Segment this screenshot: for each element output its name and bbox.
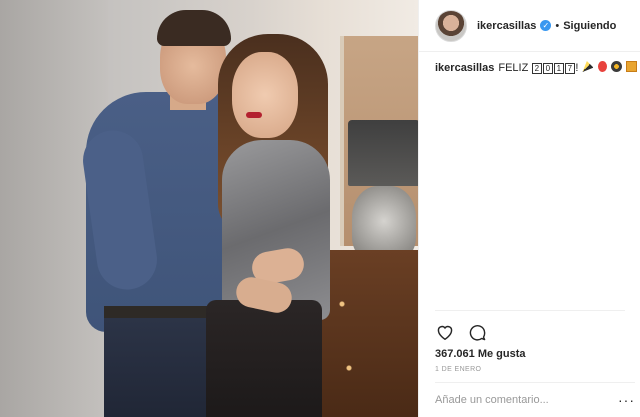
boxed-digit: 2 <box>531 63 542 74</box>
party-popper-icon <box>582 61 594 72</box>
man-hair <box>157 10 231 46</box>
woman-lips <box>246 112 262 118</box>
post-caption: ikercasillas FELIZ 2 0 1 7! <box>435 60 637 76</box>
header-username[interactable]: ikercasillas <box>477 20 536 32</box>
comment-bar: ··· <box>435 382 635 416</box>
post-header: ikercasillas ✓ • Siguiendo <box>419 0 640 52</box>
woman-face <box>232 52 298 138</box>
likes-count[interactable]: 367.061 Me gusta <box>435 348 526 360</box>
following-button[interactable]: Siguiendo <box>563 20 616 32</box>
post-dialog: ikercasillas ✓ • Siguiendo ikercasillas F… <box>0 0 640 417</box>
sparkler-icon <box>610 61 622 72</box>
separator-dot: • <box>555 19 560 32</box>
more-options-icon[interactable]: ··· <box>618 392 635 408</box>
post-date[interactable]: 1 DE ENERO <box>435 366 481 373</box>
balloon-icon <box>597 61 607 72</box>
comment-icon[interactable] <box>467 322 487 342</box>
woman-skirt <box>206 300 322 417</box>
caption-username[interactable]: ikercasillas <box>435 62 494 74</box>
divider <box>435 310 625 311</box>
boxed-digit: 0 <box>542 63 553 74</box>
heart-icon[interactable] <box>435 322 455 342</box>
caption-exclamation: ! <box>575 62 579 74</box>
post-photo[interactable] <box>0 0 418 417</box>
boxed-digit: 7 <box>564 63 575 74</box>
post-sidebar: ikercasillas ✓ • Siguiendo ikercasillas F… <box>418 0 640 417</box>
avatar[interactable] <box>435 9 467 42</box>
lamp-shade <box>348 120 418 186</box>
comment-input[interactable] <box>435 393 595 406</box>
boxed-digit: 1 <box>553 63 564 74</box>
gift-icon <box>625 61 637 72</box>
post-actions <box>435 322 487 342</box>
man-jeans <box>104 318 216 417</box>
caption-text: FELIZ <box>498 62 529 74</box>
verified-badge-icon: ✓ <box>540 20 552 31</box>
